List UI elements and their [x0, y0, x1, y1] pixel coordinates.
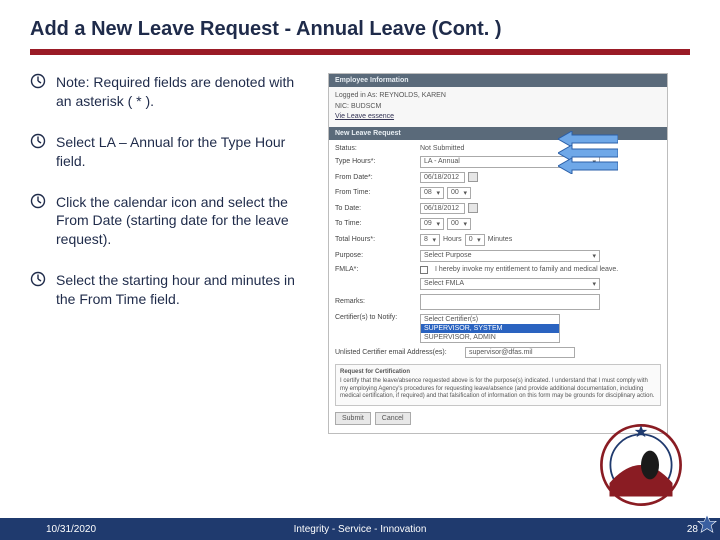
- footer-date: 10/31/2020: [46, 524, 96, 535]
- from-date-label: From Date*:: [335, 174, 420, 181]
- title-rule: [30, 49, 690, 55]
- total-hours-label: Total Hours*:: [335, 236, 420, 243]
- from-min-select[interactable]: 00▾: [447, 187, 471, 199]
- callout-arrow-icon: [558, 158, 618, 174]
- total-min-select[interactable]: 0▾: [465, 234, 485, 246]
- fmla-text: I hereby invoke my entitlement to family…: [435, 266, 618, 273]
- page-title: Add a New Leave Request - Annual Leave (…: [30, 18, 690, 41]
- star-icon: [696, 513, 718, 538]
- request-cert-box: Request for Certification I certify that…: [335, 364, 661, 406]
- certifier-option[interactable]: SUPERVISOR, ADMIN: [421, 333, 559, 342]
- unlisted-input[interactable]: supervisor@dfas.mil: [465, 347, 575, 358]
- fmla-checkbox[interactable]: [420, 266, 428, 274]
- clock-icon: [30, 73, 46, 89]
- unlisted-label: Unlisted Certifier email Address(es):: [335, 349, 465, 356]
- certifier-option[interactable]: Select Certifier(s): [421, 315, 559, 324]
- from-hour-select[interactable]: 08▾: [420, 187, 444, 199]
- from-time-label: From Time:: [335, 189, 420, 196]
- view-link[interactable]: Vie Leave essence: [335, 112, 661, 123]
- total-hours-select[interactable]: 8▾: [420, 234, 440, 246]
- calendar-icon[interactable]: [468, 203, 478, 213]
- clock-icon: [30, 133, 46, 149]
- from-date-input[interactable]: 06/18/2012: [420, 172, 465, 183]
- employee-info-header: Employee Information: [329, 74, 667, 87]
- status-label: Status:: [335, 145, 420, 152]
- to-hour-select[interactable]: 09▾: [420, 218, 444, 230]
- list-item: Note: Required fields are denoted with a…: [30, 73, 310, 111]
- footer-bar: 10/31/2020 Integrity - Service - Innovat…: [0, 518, 720, 540]
- to-date-label: To Date:: [335, 205, 420, 212]
- cert-body: I certify that the leave/absence request…: [340, 378, 656, 401]
- clock-icon: [30, 271, 46, 287]
- purpose-select[interactable]: Select Purpose▾: [420, 250, 600, 262]
- bullet-text: Select LA – Annual for the Type Hour fie…: [56, 133, 310, 171]
- list-item: Click the calendar icon and select the F…: [30, 193, 310, 250]
- footer-motto: Integrity - Service - Innovation: [0, 524, 720, 535]
- bullet-text: Click the calendar icon and select the F…: [56, 193, 310, 250]
- remarks-input[interactable]: [420, 294, 600, 310]
- cancel-button[interactable]: Cancel: [375, 412, 411, 425]
- to-min-select[interactable]: 00▾: [447, 218, 471, 230]
- minutes-text: Minutes: [488, 236, 513, 243]
- type-hours-label: Type Hours*:: [335, 158, 420, 165]
- clock-icon: [30, 193, 46, 209]
- to-date-input[interactable]: 06/18/2012: [420, 203, 465, 214]
- hours-text: Hours: [443, 236, 462, 243]
- remarks-label: Remarks:: [335, 298, 420, 305]
- form-screenshot: Employee Information Logged in As: REYNO…: [328, 73, 668, 434]
- nic-label: NIC: BUDSCM: [335, 102, 661, 113]
- purpose-label: Purpose:: [335, 252, 420, 259]
- list-item: Select LA – Annual for the Type Hour fie…: [30, 133, 310, 171]
- submit-button[interactable]: Submit: [335, 412, 371, 425]
- fmla-select[interactable]: Select FMLA▾: [420, 278, 600, 290]
- list-item: Select the starting hour and minutes in …: [30, 271, 310, 309]
- certifier-label: Certifier(s) to Notify:: [335, 314, 420, 321]
- calendar-icon[interactable]: [468, 172, 478, 182]
- cert-title: Request for Certification: [340, 369, 656, 377]
- certifier-listbox[interactable]: Select Certifier(s) SUPERVISOR, SYSTEM S…: [420, 314, 560, 343]
- status-value: Not Submitted: [420, 145, 661, 152]
- fmla-label: FMLA*:: [335, 266, 420, 273]
- bullet-text: Note: Required fields are denoted with a…: [56, 73, 310, 111]
- instruction-list: Note: Required fields are denoted with a…: [30, 73, 310, 434]
- certifier-option[interactable]: SUPERVISOR, SYSTEM: [421, 324, 559, 333]
- seal-logo: [596, 420, 686, 510]
- logged-in-label: Logged in As: REYNOLDS, KAREN: [335, 91, 661, 102]
- to-time-label: To Time:: [335, 220, 420, 227]
- bullet-text: Select the starting hour and minutes in …: [56, 271, 310, 309]
